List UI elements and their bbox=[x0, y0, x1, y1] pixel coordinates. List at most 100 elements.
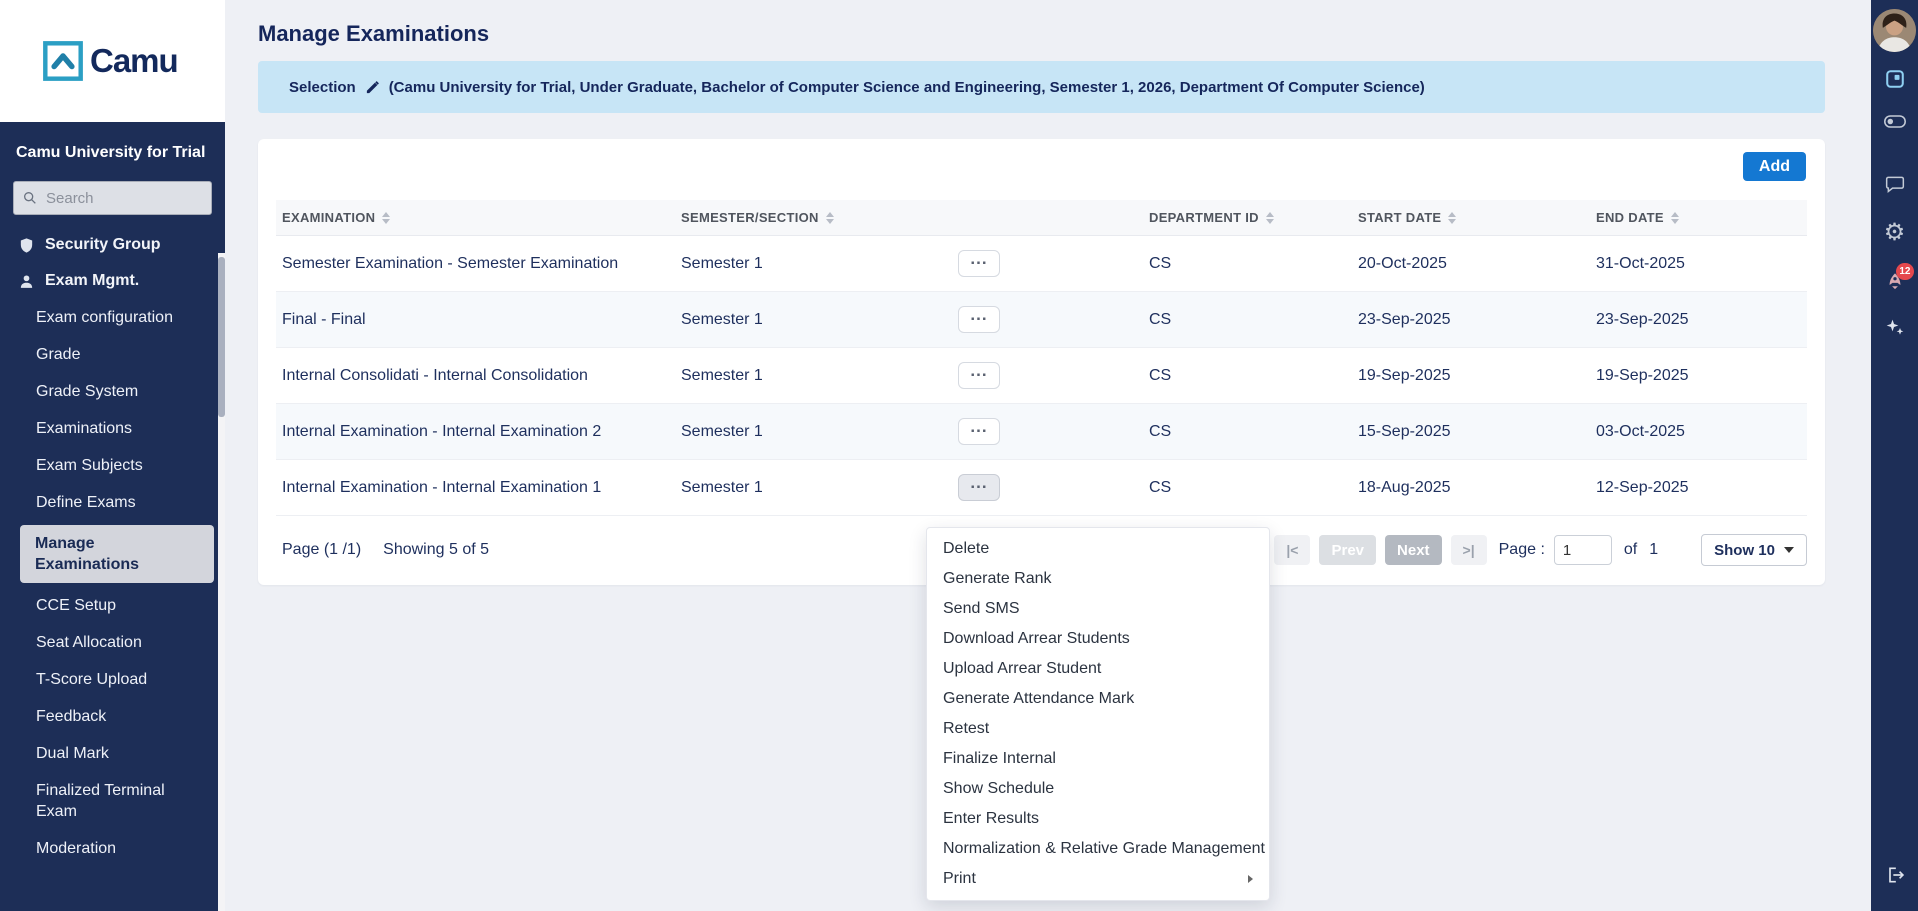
menu-item-show-schedule[interactable]: Show Schedule bbox=[927, 774, 1269, 804]
of-label: of bbox=[1624, 541, 1637, 559]
table-row: Internal Examination - Internal Examinat… bbox=[276, 460, 1807, 516]
card-toolbar: Add bbox=[258, 139, 1825, 200]
toggle-icon[interactable] bbox=[1884, 115, 1906, 128]
cell-examination: Internal Examination - Internal Examinat… bbox=[276, 423, 675, 441]
prev-page-button[interactable]: Prev bbox=[1319, 535, 1376, 565]
table-row: Internal Consolidati - Internal Consolid… bbox=[276, 348, 1807, 404]
sidebar-item-finalized-terminal-exam[interactable]: Finalized Terminal Exam bbox=[0, 772, 225, 830]
sidebar-item-seat-allocation[interactable]: Seat Allocation bbox=[0, 624, 225, 661]
search-input[interactable] bbox=[13, 181, 212, 215]
cell-examination: Internal Examination - Internal Examinat… bbox=[276, 479, 675, 497]
sort-icon[interactable] bbox=[1266, 212, 1274, 224]
cell-end-date: 03-Oct-2025 bbox=[1590, 423, 1807, 441]
chevron-down-icon bbox=[1784, 547, 1794, 553]
sidebar-scrollbar-thumb[interactable] bbox=[218, 257, 225, 417]
sidebar-item-moderation[interactable]: Moderation bbox=[0, 830, 225, 867]
sidebar-item-manage-examinations[interactable]: Manage Examinations bbox=[20, 525, 214, 583]
cell-actions: ... bbox=[952, 250, 1143, 277]
column-header-department-id[interactable]: DEPARTMENT ID bbox=[1143, 210, 1352, 225]
menu-item-normalization[interactable]: Normalization & Relative Grade Managemen… bbox=[927, 834, 1269, 864]
menu-item-send-sms[interactable]: Send SMS bbox=[927, 594, 1269, 624]
organization-name: Camu University for Trial bbox=[0, 122, 225, 173]
row-actions-button[interactable]: ... bbox=[958, 362, 1000, 389]
sidebar-item-cce-setup[interactable]: CCE Setup bbox=[0, 587, 225, 624]
gear-icon[interactable]: ⚙ bbox=[1884, 221, 1906, 245]
table-row: Semester Examination - Semester Examinat… bbox=[276, 236, 1807, 292]
shield-icon bbox=[18, 237, 35, 254]
column-header-label: SEMESTER/SECTION bbox=[681, 210, 819, 225]
menu-item-finalize-internal[interactable]: Finalize Internal bbox=[927, 744, 1269, 774]
selection-label: Selection bbox=[289, 79, 356, 96]
row-actions-button-open[interactable]: ... bbox=[958, 474, 1000, 501]
sidebar-item-define-exams[interactable]: Define Exams bbox=[0, 484, 225, 521]
sidebar-item-dual-mark[interactable]: Dual Mark bbox=[0, 735, 225, 772]
add-button[interactable]: Add bbox=[1743, 152, 1806, 181]
menu-item-download-arrear-students[interactable]: Download Arrear Students bbox=[927, 624, 1269, 654]
sidebar-item-examinations[interactable]: Examinations bbox=[0, 410, 225, 447]
cell-end-date: 23-Sep-2025 bbox=[1590, 311, 1807, 329]
submenu-arrow-icon bbox=[1248, 875, 1253, 883]
cell-semester-section: Semester 1 bbox=[675, 423, 952, 441]
cell-start-date: 23-Sep-2025 bbox=[1352, 311, 1590, 329]
menu-item-generate-attendance-mark[interactable]: Generate Attendance Mark bbox=[927, 684, 1269, 714]
row-actions-button[interactable]: ... bbox=[958, 418, 1000, 445]
column-header-label: END DATE bbox=[1596, 210, 1664, 225]
notifications-rocket-icon[interactable]: 12 bbox=[1885, 270, 1905, 290]
menu-item-retest[interactable]: Retest bbox=[927, 714, 1269, 744]
column-header-examination[interactable]: EXAMINATION bbox=[276, 210, 675, 225]
column-header-label: EXAMINATION bbox=[282, 210, 375, 225]
widget-icon[interactable] bbox=[1886, 70, 1904, 88]
sidebar-group-security-group[interactable]: Security Group bbox=[0, 227, 225, 263]
user-avatar[interactable] bbox=[1873, 9, 1916, 52]
sidebar-item-feedback[interactable]: Feedback bbox=[0, 698, 225, 735]
row-actions-button[interactable]: ... bbox=[958, 306, 1000, 333]
menu-item-print[interactable]: Print bbox=[927, 864, 1269, 894]
examinations-card: Add EXAMINATION SEMESTER/SECTION DEPARTM… bbox=[258, 139, 1825, 585]
cell-actions: ... bbox=[952, 474, 1143, 501]
table-header-row: EXAMINATION SEMESTER/SECTION DEPARTMENT … bbox=[276, 200, 1807, 236]
edit-selection-icon[interactable] bbox=[365, 80, 380, 95]
page-size-select[interactable]: Show 10 bbox=[1701, 534, 1807, 566]
cell-actions: ... bbox=[952, 362, 1143, 389]
cell-end-date: 31-Oct-2025 bbox=[1590, 255, 1807, 273]
page-label: Page : bbox=[1499, 541, 1545, 559]
menu-item-enter-results[interactable]: Enter Results bbox=[927, 804, 1269, 834]
column-header-start-date[interactable]: START DATE bbox=[1352, 210, 1590, 225]
cell-semester-section: Semester 1 bbox=[675, 311, 952, 329]
column-header-semester-section[interactable]: SEMESTER/SECTION bbox=[675, 210, 952, 225]
left-sidebar: Camu Camu University for Trial Security … bbox=[0, 0, 225, 911]
chat-icon[interactable] bbox=[1885, 174, 1905, 194]
page-number-input[interactable] bbox=[1554, 535, 1612, 565]
sidebar-item-grade[interactable]: Grade bbox=[0, 336, 225, 373]
camu-logo-icon bbox=[42, 40, 84, 82]
search-icon bbox=[22, 190, 38, 206]
sparkles-icon[interactable] bbox=[1885, 318, 1905, 338]
cell-start-date: 19-Sep-2025 bbox=[1352, 367, 1590, 385]
sidebar-item-exam-subjects[interactable]: Exam Subjects bbox=[0, 447, 225, 484]
sidebar-item-grade-system[interactable]: Grade System bbox=[0, 373, 225, 410]
sidebar-item-t-score-upload[interactable]: T-Score Upload bbox=[0, 661, 225, 698]
next-page-button[interactable]: Next bbox=[1385, 535, 1442, 565]
sort-icon[interactable] bbox=[382, 212, 390, 224]
row-actions-button[interactable]: ... bbox=[958, 250, 1000, 277]
cell-actions: ... bbox=[952, 418, 1143, 445]
sort-icon[interactable] bbox=[826, 212, 834, 224]
last-page-button[interactable]: >| bbox=[1451, 535, 1487, 565]
cell-start-date: 20-Oct-2025 bbox=[1352, 255, 1590, 273]
first-page-button[interactable]: |< bbox=[1274, 535, 1310, 565]
sidebar-group-exam-mgmt[interactable]: Exam Mgmt. bbox=[0, 263, 225, 299]
menu-item-delete[interactable]: Delete bbox=[927, 534, 1269, 564]
menu-item-generate-rank[interactable]: Generate Rank bbox=[927, 564, 1269, 594]
sidebar-search bbox=[13, 181, 212, 215]
sort-icon[interactable] bbox=[1671, 212, 1679, 224]
showing-info: Showing 5 of 5 bbox=[383, 541, 489, 559]
sidebar-item-exam-configuration[interactable]: Exam configuration bbox=[0, 299, 225, 336]
column-header-end-date[interactable]: END DATE bbox=[1590, 210, 1807, 225]
cell-department-id: CS bbox=[1143, 479, 1352, 497]
sidebar-group-label: Security Group bbox=[45, 236, 161, 254]
logo-area: Camu bbox=[0, 0, 225, 122]
sidebar-group-label: Exam Mgmt. bbox=[45, 272, 139, 290]
menu-item-upload-arrear-student[interactable]: Upload Arrear Student bbox=[927, 654, 1269, 684]
sort-icon[interactable] bbox=[1448, 212, 1456, 224]
logout-icon[interactable] bbox=[1885, 865, 1905, 885]
